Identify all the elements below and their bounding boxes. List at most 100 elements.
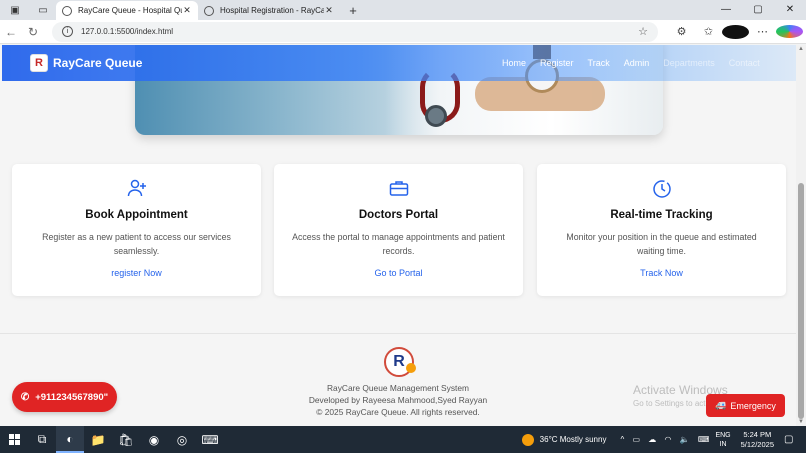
cloud-icon[interactable]: ☁: [648, 435, 656, 444]
logo-badge-icon: [406, 363, 416, 373]
url-text: 127.0.0.1:5500/index.html: [81, 27, 174, 36]
favorite-star-icon[interactable]: ☆: [638, 25, 648, 38]
card-text: Register as a new patient to access our …: [42, 232, 231, 256]
start-button[interactable]: [0, 426, 28, 453]
footer-logo-letter: R: [393, 353, 405, 370]
emergency-button[interactable]: 🚑 Emergency: [706, 394, 785, 417]
close-tab-icon[interactable]: ✕: [324, 5, 334, 16]
footer-copyright: © 2025 RayCare Queue. All rights reserve…: [316, 407, 480, 417]
globe-icon: [62, 5, 72, 16]
scroll-down-icon[interactable]: ▼: [797, 419, 805, 425]
footer-divider: [0, 333, 796, 334]
minimize-button[interactable]: —: [710, 0, 742, 20]
globe-icon: [204, 5, 214, 16]
phone-number: +911234567890": [35, 391, 109, 403]
network-icon[interactable]: ◠: [664, 435, 671, 444]
chrome-icon[interactable]: ◉: [140, 426, 168, 453]
browser-tab-raycare[interactable]: RayCare Queue - Hospital Queue ✕: [56, 1, 198, 20]
clock[interactable]: 5:24 PM 5/12/2025: [741, 430, 774, 450]
go-to-portal-link[interactable]: Go to Portal: [274, 268, 523, 278]
lang-top: ENG: [715, 431, 731, 439]
track-now-link[interactable]: Track Now: [537, 268, 786, 278]
tab-title: RayCare Queue - Hospital Queue: [78, 6, 182, 15]
browser-tab-bar: ▣ ▭ RayCare Queue - Hospital Queue ✕ Hos…: [0, 0, 806, 20]
page-viewport: R RayCare Queue Home Register Track Admi…: [0, 45, 796, 426]
site-navbar: R RayCare Queue Home Register Track Admi…: [2, 45, 796, 81]
store-icon[interactable]: 🛍: [112, 426, 140, 453]
card-realtime-tracking: Real-time Tracking Monitor your position…: [537, 164, 786, 296]
file-explorer-icon[interactable]: 📁: [84, 426, 112, 453]
user-plus-icon: [126, 179, 148, 201]
phone-icon: ✆: [20, 391, 30, 403]
card-title: Book Appointment: [85, 209, 188, 221]
notification-icon[interactable]: ▢: [784, 434, 798, 445]
nav-departments[interactable]: Departments: [663, 58, 715, 68]
clock-date: 5/12/2025: [740, 439, 774, 449]
nav-admin[interactable]: Admin: [624, 58, 650, 68]
battery-icon[interactable]: ▭: [632, 435, 640, 444]
url-field[interactable]: i 127.0.0.1:5500/index.html ☆: [52, 21, 658, 42]
brand-logo[interactable]: R: [30, 54, 48, 72]
browser-toolbar-icons: ⚙ ✩ ⋯: [668, 24, 803, 39]
close-tab-icon[interactable]: ✕: [182, 5, 192, 16]
stethoscope-head-shape: [425, 105, 447, 127]
site-info-icon[interactable]: i: [62, 26, 73, 37]
copilot-icon[interactable]: [776, 24, 803, 38]
tab-title: Hospital Registration - RayCare Queue: [220, 6, 324, 15]
maximize-button[interactable]: ▢: [742, 0, 774, 20]
card-text: Access the portal to manage appointments…: [292, 232, 505, 256]
system-tray: 36°C Mostly sunny ^ ▭ ☁ ◠ 🔈 ⌨ ENG IN 5:2…: [521, 426, 806, 453]
close-window-button[interactable]: ✕: [774, 0, 806, 20]
browser-tab-registration[interactable]: Hospital Registration - RayCare Queue ✕: [198, 1, 340, 20]
profile-slot: [722, 24, 749, 39]
nav-register[interactable]: Register: [540, 58, 574, 68]
page-scrollbar[interactable]: ▲ ▼: [796, 45, 806, 426]
weather-sun-icon: [521, 433, 534, 446]
nav-contact[interactable]: Contact: [729, 58, 760, 68]
tray-icons: ^ ▭ ☁ ◠ 🔈 ⌨: [620, 435, 715, 444]
scroll-up-icon[interactable]: ▲: [797, 46, 805, 52]
refresh-icon[interactable]: ↻: [22, 25, 44, 39]
card-book-appointment: Book Appointment Register as a new patie…: [12, 164, 261, 296]
card-doctors-portal: Doctors Portal Access the portal to mana…: [274, 164, 523, 296]
new-tab-button[interactable]: +: [344, 1, 362, 20]
ambulance-icon: 🚑: [715, 400, 727, 410]
card-text: Monitor your position in the queue and e…: [566, 232, 757, 256]
brand-name[interactable]: RayCare Queue: [53, 56, 142, 70]
keyboard-icon[interactable]: ⌨: [698, 435, 710, 444]
language-indicator[interactable]: ENG IN: [715, 431, 730, 449]
briefcase-icon: [388, 179, 410, 201]
scrollbar-thumb[interactable]: [798, 183, 804, 419]
call-phone-button[interactable]: ✆ +911234567890": [12, 382, 117, 412]
lang-bottom: IN: [719, 440, 727, 448]
weather-widget[interactable]: 36°C Mostly sunny: [521, 433, 607, 446]
windows-logo-icon: [8, 434, 20, 445]
task-view-icon[interactable]: ⧉: [28, 426, 56, 453]
more-menu-icon[interactable]: ⋯: [749, 25, 776, 39]
windows-taskbar: ⧉ ◐ 📁 🛍 ◉ ◎ ⌨ 36°C Mostly sunny ^ ▭ ☁ ◠ …: [0, 426, 806, 453]
tab-actions-icon[interactable]: ▭: [34, 3, 52, 17]
weather-text: 36°C Mostly sunny: [539, 435, 607, 444]
extensions-icon[interactable]: ⚙: [668, 25, 695, 39]
vscode-icon[interactable]: ⌨: [196, 426, 224, 453]
favorites-icon[interactable]: ✩: [695, 25, 722, 39]
card-title: Doctors Portal: [358, 209, 439, 221]
volume-icon[interactable]: 🔈: [680, 435, 690, 444]
nav-home[interactable]: Home: [502, 58, 526, 68]
nav-track[interactable]: Track: [588, 58, 610, 68]
chevron-up-icon[interactable]: ^: [620, 435, 624, 444]
workspaces-icon[interactable]: ▣: [6, 3, 24, 17]
card-title: Real-time Tracking: [610, 209, 713, 221]
clock-icon: [651, 179, 673, 201]
register-now-link[interactable]: register Now: [12, 268, 261, 278]
address-bar-row: ← ↻ i 127.0.0.1:5500/index.html ☆ ⚙ ✩ ⋯: [0, 20, 806, 44]
chrome-profile-icon[interactable]: ◎: [168, 426, 196, 453]
edge-browser-icon[interactable]: ◐: [56, 426, 84, 453]
profile-avatar-icon[interactable]: [722, 24, 749, 39]
nav-links: Home Register Track Admin Departments Co…: [502, 45, 774, 81]
footer-logo: R: [384, 347, 416, 377]
clock-time: 5:24 PM: [743, 429, 772, 439]
back-icon[interactable]: ←: [0, 25, 22, 39]
window-controls: — ▢ ✕: [710, 0, 806, 20]
emergency-label: Emergency: [730, 400, 776, 411]
